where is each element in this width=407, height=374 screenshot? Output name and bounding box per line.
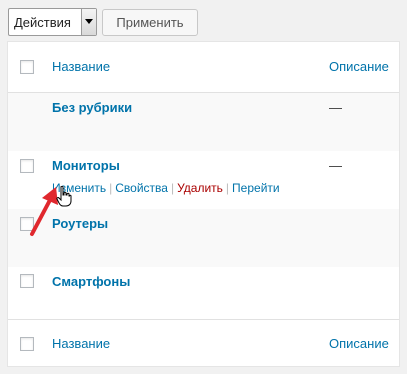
delete-link[interactable]: Удалить (177, 181, 223, 195)
properties-link[interactable]: Свойства (115, 181, 168, 195)
row-checkbox[interactable] (20, 159, 34, 173)
bulk-actions-select-value: Действия (14, 15, 71, 30)
column-footer-name[interactable]: Название (52, 336, 110, 351)
table-header-row: Название Описание (8, 42, 399, 93)
action-separator: | (109, 181, 113, 195)
hand-pointer-icon (56, 186, 72, 207)
action-separator: | (170, 181, 175, 195)
action-separator: | (225, 181, 230, 195)
select-all-checkbox[interactable] (20, 60, 34, 74)
table-row: Смартфоны (8, 267, 399, 319)
term-name-link[interactable]: Без рубрики (52, 100, 132, 115)
term-description: — (329, 158, 342, 173)
select-all-checkbox[interactable] (20, 337, 34, 351)
column-header-name[interactable]: Название (52, 59, 110, 74)
row-checkbox[interactable] (20, 274, 34, 288)
column-footer-description[interactable]: Описание (329, 336, 389, 351)
bulk-actions-toolbar: Действия Применить (8, 8, 208, 36)
row-actions: Изменить | Свойства | Удалить | Перейти (52, 181, 280, 195)
column-header-description[interactable]: Описание (329, 59, 389, 74)
table-row: Роутеры (8, 209, 399, 267)
view-link[interactable]: Перейти (232, 181, 280, 195)
term-name-link[interactable]: Мониторы (52, 158, 120, 173)
apply-button[interactable]: Применить (102, 9, 198, 36)
bulk-actions-select[interactable]: Действия (8, 8, 97, 36)
term-description: — (329, 100, 342, 115)
table-footer-row: Название Описание (8, 319, 399, 367)
chevron-down-icon[interactable] (81, 9, 96, 35)
term-name-link[interactable]: Смартфоны (52, 274, 130, 289)
table-row: Без рубрики — (8, 93, 399, 151)
